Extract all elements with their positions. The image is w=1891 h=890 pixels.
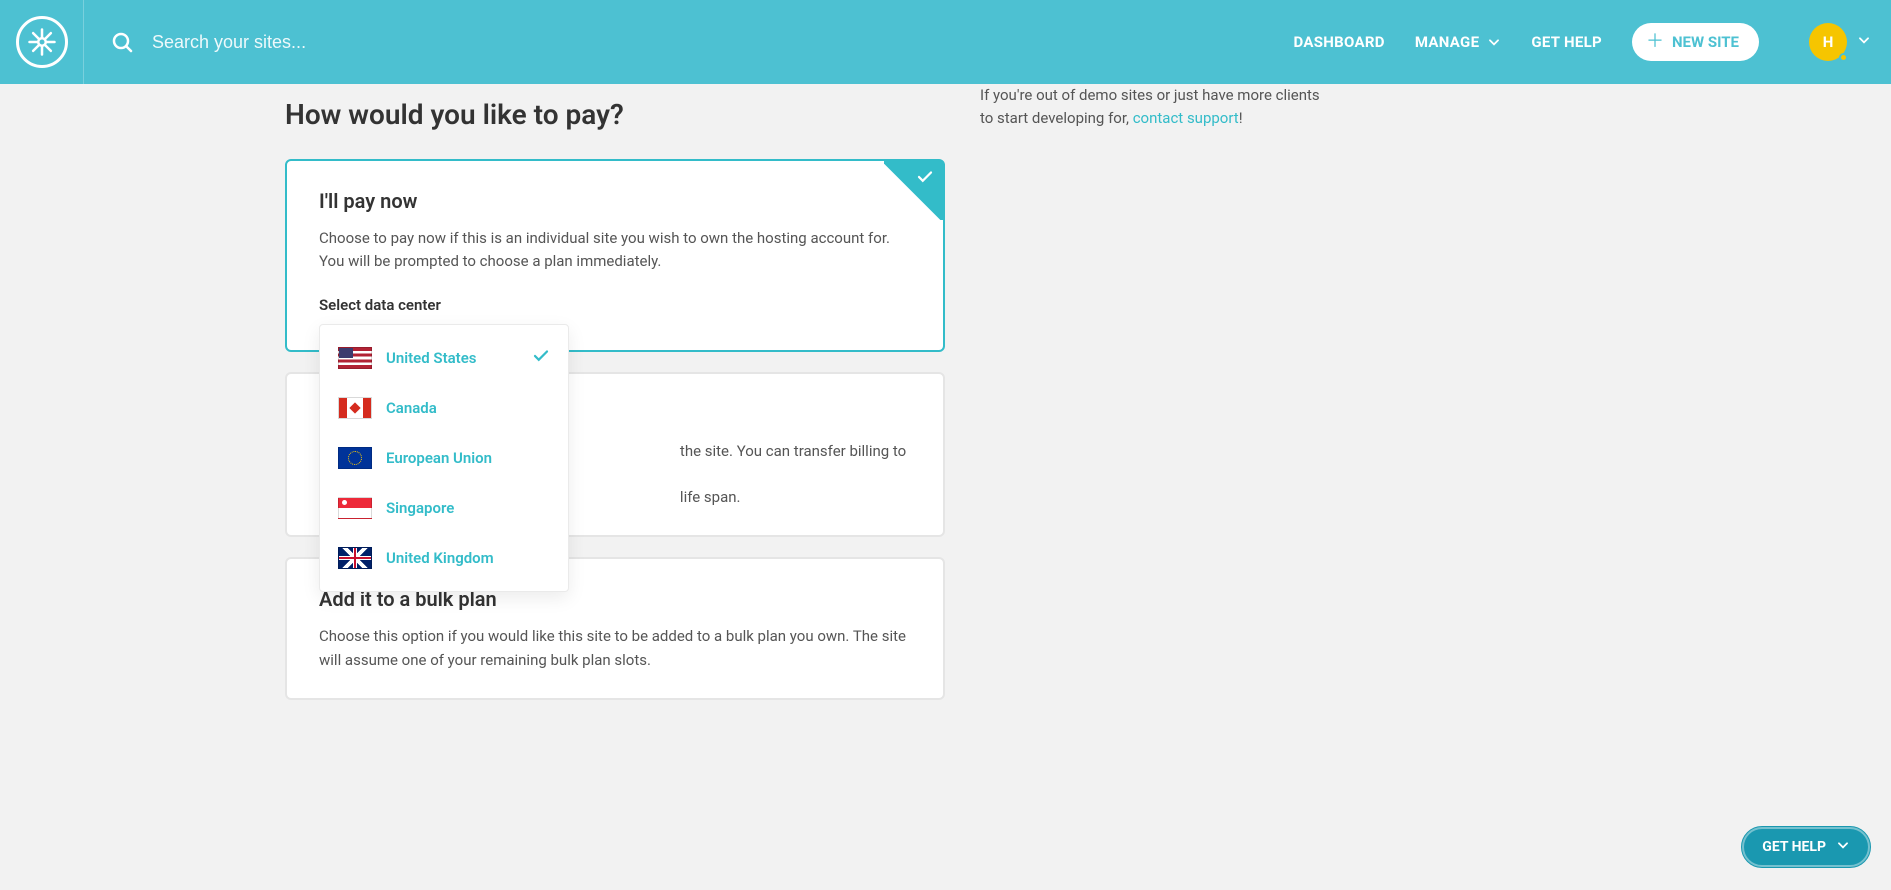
logo-icon [16,16,68,68]
nav-dashboard[interactable]: DASHBOARD [1293,33,1384,51]
get-help-label: GET HELP [1762,839,1826,855]
dc-option-uk[interactable]: United Kingdom [320,533,568,583]
dc-option-label: Singapore [386,499,550,517]
nav-dashboard-label: DASHBOARD [1293,33,1384,51]
dc-option-label: Canada [386,399,550,417]
main-column: How would you like to pay? I'll pay now … [285,84,945,720]
select-dc-label: Select data center [319,296,911,314]
account-menu[interactable]: H [1809,23,1871,61]
dc-option-label: United States [386,349,518,367]
option-pay-now[interactable]: I'll pay now Choose to pay now if this i… [285,159,945,352]
contact-support-link[interactable]: contact support [1133,109,1239,127]
data-center-panel: United States Canada European Union Singapo… [319,324,569,592]
nav-manage-label: MANAGE [1415,33,1479,51]
flag-us-icon [338,347,372,369]
dc-option-us[interactable]: United States [320,333,568,383]
main-nav: DASHBOARD MANAGE GET HELP ＋ NEW SITE H [1293,23,1871,61]
search-input[interactable] [152,32,1267,53]
flag-eu-icon [338,447,372,469]
avatar-initial: H [1823,33,1834,51]
plus-icon: ＋ [1646,33,1664,51]
option-bulk-plan-desc: Choose this option if you would like thi… [319,625,911,672]
side-column: If you're out of demo sites or just have… [980,84,1320,720]
page-title: How would you like to pay? [285,98,945,131]
new-site-label: NEW SITE [1672,33,1739,51]
dc-option-eu[interactable]: European Union [320,433,568,483]
avatar: H [1809,23,1847,61]
dc-option-sg[interactable]: Singapore [320,483,568,533]
desc-part2: life span. [680,488,741,506]
nav-get-help[interactable]: GET HELP [1531,33,1602,51]
search-icon [110,30,134,54]
status-dot-icon [1839,53,1848,62]
option-pay-now-desc: Choose to pay now if this is an individu… [319,227,911,274]
flag-uk-icon [338,547,372,569]
logo[interactable] [0,0,84,84]
selected-corner-icon [884,160,944,220]
flag-ca-icon [338,397,372,419]
chevron-down-icon [1836,838,1850,856]
nav-manage[interactable]: MANAGE [1415,33,1501,51]
get-help-floating-button[interactable]: GET HELP [1741,826,1871,868]
check-icon [532,347,550,369]
side-help-text: If you're out of demo sites or just have… [980,84,1320,129]
nav-get-help-label: GET HELP [1531,33,1602,51]
dc-option-label: United Kingdom [386,549,550,567]
app-header: DASHBOARD MANAGE GET HELP ＋ NEW SITE H [0,0,1891,84]
flag-sg-icon [338,497,372,519]
chevron-down-icon [1487,35,1501,49]
side-text-suffix: ! [1239,109,1243,127]
dc-option-label: European Union [386,449,550,467]
chevron-down-icon [1857,33,1871,51]
new-site-button[interactable]: ＋ NEW SITE [1632,23,1759,61]
page-body: How would you like to pay? I'll pay now … [0,84,1891,840]
dc-option-ca[interactable]: Canada [320,383,568,433]
option-pay-now-title: I'll pay now [319,189,911,213]
search-bar [84,30,1293,54]
